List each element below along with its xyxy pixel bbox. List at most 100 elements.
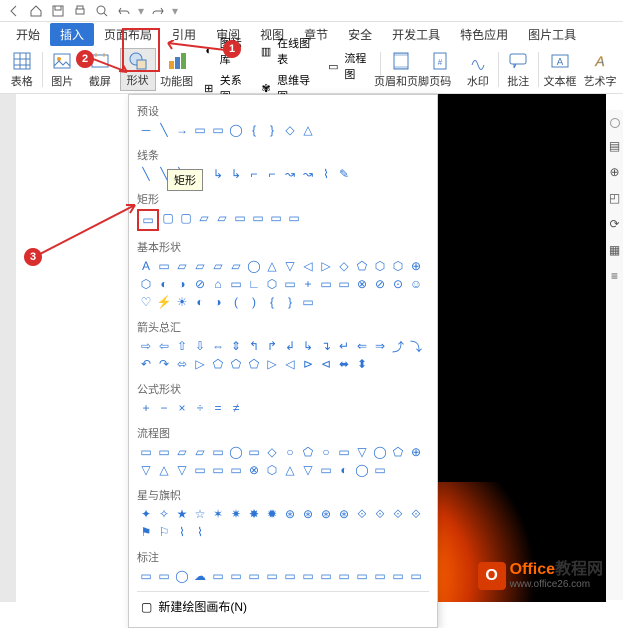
menu-insert[interactable]: 插入 — [50, 23, 94, 46]
shape-item[interactable]: ▭ — [137, 443, 155, 461]
shape-item[interactable]: ▭ — [407, 567, 425, 585]
shape-item[interactable]: ◐ — [191, 293, 209, 311]
shape-item[interactable]: ☺ — [407, 275, 425, 293]
shape-item[interactable]: ≠ — [227, 399, 245, 417]
shape-item[interactable]: ◯ — [227, 443, 245, 461]
menu-special[interactable]: 特色应用 — [450, 23, 518, 46]
shape-item[interactable]: ⇧ — [173, 337, 191, 355]
shape-item[interactable]: ↲ — [281, 337, 299, 355]
shape-item[interactable]: ⊛ — [335, 505, 353, 523]
shape-item[interactable]: ─ — [137, 121, 155, 139]
shape-item[interactable]: ⤵ — [407, 337, 425, 355]
print-icon[interactable] — [72, 3, 88, 19]
shape-item[interactable]: ⊳ — [299, 355, 317, 373]
shape-item[interactable]: ▭ — [227, 275, 245, 293]
shape-item[interactable]: ⬠ — [299, 443, 317, 461]
shape-item[interactable]: ⟐ — [353, 505, 371, 523]
shape-item[interactable]: } — [263, 121, 281, 139]
shape-item[interactable]: ▭ — [317, 567, 335, 585]
shape-item[interactable]: ★ — [173, 505, 191, 523]
scroll-handle-icon[interactable] — [610, 118, 620, 128]
shape-item[interactable]: ▭ — [389, 567, 407, 585]
shape-item[interactable]: ⌇ — [173, 523, 191, 541]
shape-item[interactable]: ▭ — [371, 461, 389, 479]
shape-item[interactable]: ▭ — [245, 567, 263, 585]
shape-item[interactable]: ▭ — [249, 209, 267, 227]
shape-item[interactable]: ⬡ — [263, 461, 281, 479]
shape-item[interactable]: ♡ — [137, 293, 155, 311]
shape-item[interactable]: ↳ — [299, 337, 317, 355]
save-icon[interactable] — [50, 3, 66, 19]
shape-item[interactable]: ▭ — [335, 275, 353, 293]
menu-security[interactable]: 安全 — [338, 23, 382, 46]
shape-item[interactable]: ⊛ — [317, 505, 335, 523]
shape-item[interactable]: ◯ — [353, 461, 371, 479]
toc-icon[interactable]: ≡ — [607, 268, 623, 284]
ribbon-pagenum[interactable]: # 页码 — [422, 48, 458, 91]
shape-item[interactable]: ▭ — [209, 567, 227, 585]
shape-item[interactable]: ⇨ — [137, 337, 155, 355]
shape-item[interactable]: ✹ — [263, 505, 281, 523]
shape-item[interactable]: ▭ — [209, 443, 227, 461]
shape-item[interactable]: ◑ — [173, 275, 191, 293]
shape-item[interactable]: ⬠ — [389, 443, 407, 461]
shape-item[interactable]: ⬡ — [137, 275, 155, 293]
shape-item[interactable]: ⇕ — [227, 337, 245, 355]
shape-item[interactable]: ◇ — [335, 257, 353, 275]
shape-item[interactable]: ◁ — [299, 257, 317, 275]
ribbon-watermark[interactable]: 水印 — [460, 48, 496, 91]
shape-item[interactable]: ▢ — [177, 209, 195, 227]
document-area[interactable]: 预设─╲→▭▭◯{}◇△线条╲╲╲↳↳↳⌐⌐↝↝⌇✎矩形▭▢▢▱▱▭▭▭▭基本形… — [16, 94, 623, 602]
shape-item[interactable]: ↝ — [281, 165, 299, 183]
menu-picturetools[interactable]: 图片工具 — [518, 23, 586, 46]
shape-item[interactable]: ↳ — [227, 165, 245, 183]
shape-item[interactable]: } — [281, 293, 299, 311]
shape-item[interactable]: ☀ — [173, 293, 191, 311]
shape-item[interactable]: ⊕ — [407, 257, 425, 275]
shape-item[interactable]: ⌐ — [263, 165, 281, 183]
shape-item[interactable]: ▭ — [353, 567, 371, 585]
redo-icon[interactable] — [150, 3, 166, 19]
shape-item[interactable]: ▭ — [137, 567, 155, 585]
crop-icon[interactable]: ◰ — [607, 190, 623, 206]
shape-item[interactable]: ⬡ — [263, 275, 281, 293]
shape-item[interactable]: △ — [155, 461, 173, 479]
shape-item[interactable]: ▷ — [317, 257, 335, 275]
shape-item[interactable]: ▭ — [317, 461, 335, 479]
shape-item[interactable]: ◑ — [209, 293, 227, 311]
shape-item[interactable]: ▽ — [173, 461, 191, 479]
shape-item[interactable]: ▱ — [227, 257, 245, 275]
shape-item[interactable]: ▭ — [191, 461, 209, 479]
shape-item[interactable]: ↱ — [263, 337, 281, 355]
shape-item[interactable]: ╲ — [155, 121, 173, 139]
shape-item[interactable]: ⌇ — [191, 523, 209, 541]
shape-item[interactable]: ↴ — [317, 337, 335, 355]
shape-item[interactable]: ◯ — [371, 443, 389, 461]
shape-item[interactable]: ▭ — [267, 209, 285, 227]
shape-item[interactable]: ⊕ — [407, 443, 425, 461]
shape-item[interactable]: { — [263, 293, 281, 311]
shape-item[interactable]: △ — [281, 461, 299, 479]
shape-item[interactable]: ▭ — [231, 209, 249, 227]
shape-item[interactable]: ◁ — [281, 355, 299, 373]
shape-item[interactable]: ▭ — [285, 209, 303, 227]
zoom-icon[interactable]: ⊕ — [607, 164, 623, 180]
shape-item[interactable]: ▱ — [173, 443, 191, 461]
shape-item[interactable]: ⤴ — [389, 337, 407, 355]
shape-item[interactable]: ⟐ — [389, 505, 407, 523]
shape-item[interactable]: ◇ — [263, 443, 281, 461]
shape-item[interactable]: ◇ — [281, 121, 299, 139]
shape-item[interactable]: ✦ — [137, 505, 155, 523]
preview-icon[interactable] — [94, 3, 110, 19]
shape-item[interactable]: ⇒ — [371, 337, 389, 355]
ribbon-headerfooter[interactable]: 页眉和页脚 — [382, 48, 420, 91]
ribbon-picture[interactable]: 图片 — [44, 48, 80, 91]
shape-item[interactable]: △ — [263, 257, 281, 275]
rotate-icon[interactable]: ⟳ — [607, 216, 623, 232]
shape-item[interactable]: ▭ — [155, 443, 173, 461]
shape-item[interactable]: ▷ — [191, 355, 209, 373]
shape-item[interactable]: ⟐ — [407, 505, 425, 523]
shape-item[interactable]: + — [137, 399, 155, 417]
shape-item[interactable]: ▭ — [209, 121, 227, 139]
ribbon-table[interactable]: 表格 — [4, 48, 40, 91]
